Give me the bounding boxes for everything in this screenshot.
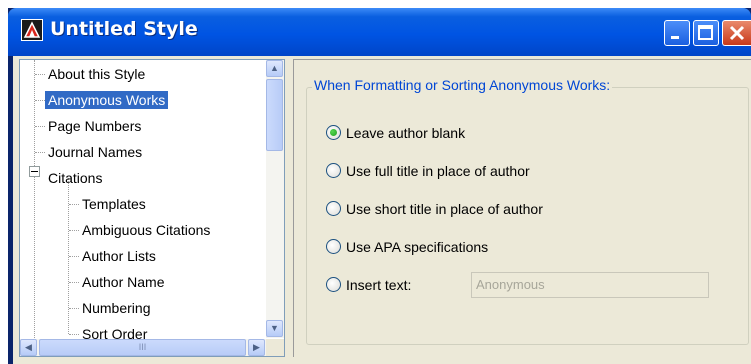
maximize-button[interactable] [693,20,719,46]
tree-connector [34,177,35,352]
scroll-right-button[interactable]: ▶ [248,339,265,356]
tree-item-about-this-style[interactable]: About this Style [45,65,148,83]
window-title: Untitled Style [50,18,198,40]
tree-item-author-lists[interactable]: Author Lists [79,247,159,265]
minimize-button[interactable] [664,20,690,46]
style-window: Untitled Style About this Style Anonymou… [8,8,751,364]
tree-item-citations[interactable]: Citations [45,169,105,187]
tree-connector [34,60,35,166]
tree-connector [69,334,79,335]
tree-connector [69,256,79,257]
vertical-scrollbar[interactable]: ▲ ▼ [266,60,284,338]
scroll-up-button[interactable]: ▲ [266,60,283,77]
style-tree-view[interactable]: About this Style Anonymous Works Page Nu… [19,59,285,357]
radio-button[interactable] [326,239,341,254]
tree-item-numbering[interactable]: Numbering [79,299,153,317]
tree-item-anonymous-works[interactable]: Anonymous Works [45,91,169,109]
tree-connector [69,230,79,231]
tree-connector [35,152,45,153]
close-icon [729,25,745,41]
close-button[interactable] [722,20,751,46]
vertical-scroll-thumb[interactable] [266,79,283,151]
tree-connector [69,308,79,309]
radio-button-checked[interactable] [326,125,341,140]
tree-item-journal-names[interactable]: Journal Names [45,143,145,161]
tree-connector [35,100,45,101]
scroll-down-button[interactable]: ▼ [266,320,283,337]
tree-item-author-name[interactable]: Author Name [79,273,167,291]
scroll-left-button[interactable]: ◀ [20,339,37,356]
tree-connector [35,74,45,75]
option-label[interactable]: Use short title in place of author [346,200,543,218]
horizontal-scroll-thumb[interactable]: III [39,339,246,356]
radio-button[interactable] [326,277,341,292]
option-label[interactable]: Leave author blank [346,124,465,142]
option-label[interactable]: Use full title in place of author [346,162,530,180]
radio-button[interactable] [326,201,341,216]
tree-connector [35,126,45,127]
app-icon [21,19,43,41]
tree-item-ambiguous-citations[interactable]: Ambiguous Citations [79,221,213,239]
group-title: When Formatting or Sorting Anonymous Wor… [312,77,613,93]
tree-item-page-numbers[interactable]: Page Numbers [45,117,144,135]
insert-text-field[interactable]: Anonymous [471,272,709,298]
maximize-icon [698,25,713,40]
tree-item-templates[interactable]: Templates [79,195,149,213]
minimize-icon [671,36,679,39]
window-client-area: About this Style Anonymous Works Page Nu… [13,56,751,364]
tree-connector [69,282,79,283]
title-bar[interactable]: Untitled Style [8,8,751,56]
scrollbar-corner [266,339,284,356]
option-label[interactable]: Insert text: [346,276,411,294]
horizontal-scrollbar[interactable]: ◀ III ▶ [20,339,266,356]
options-panel: When Formatting or Sorting Anonymous Wor… [293,59,751,357]
collapse-toggle-icon[interactable] [29,166,40,177]
radio-button[interactable] [326,163,341,178]
tree-connector [69,204,79,205]
endnote-logo-icon [23,21,41,38]
option-label[interactable]: Use APA specifications [346,238,488,256]
